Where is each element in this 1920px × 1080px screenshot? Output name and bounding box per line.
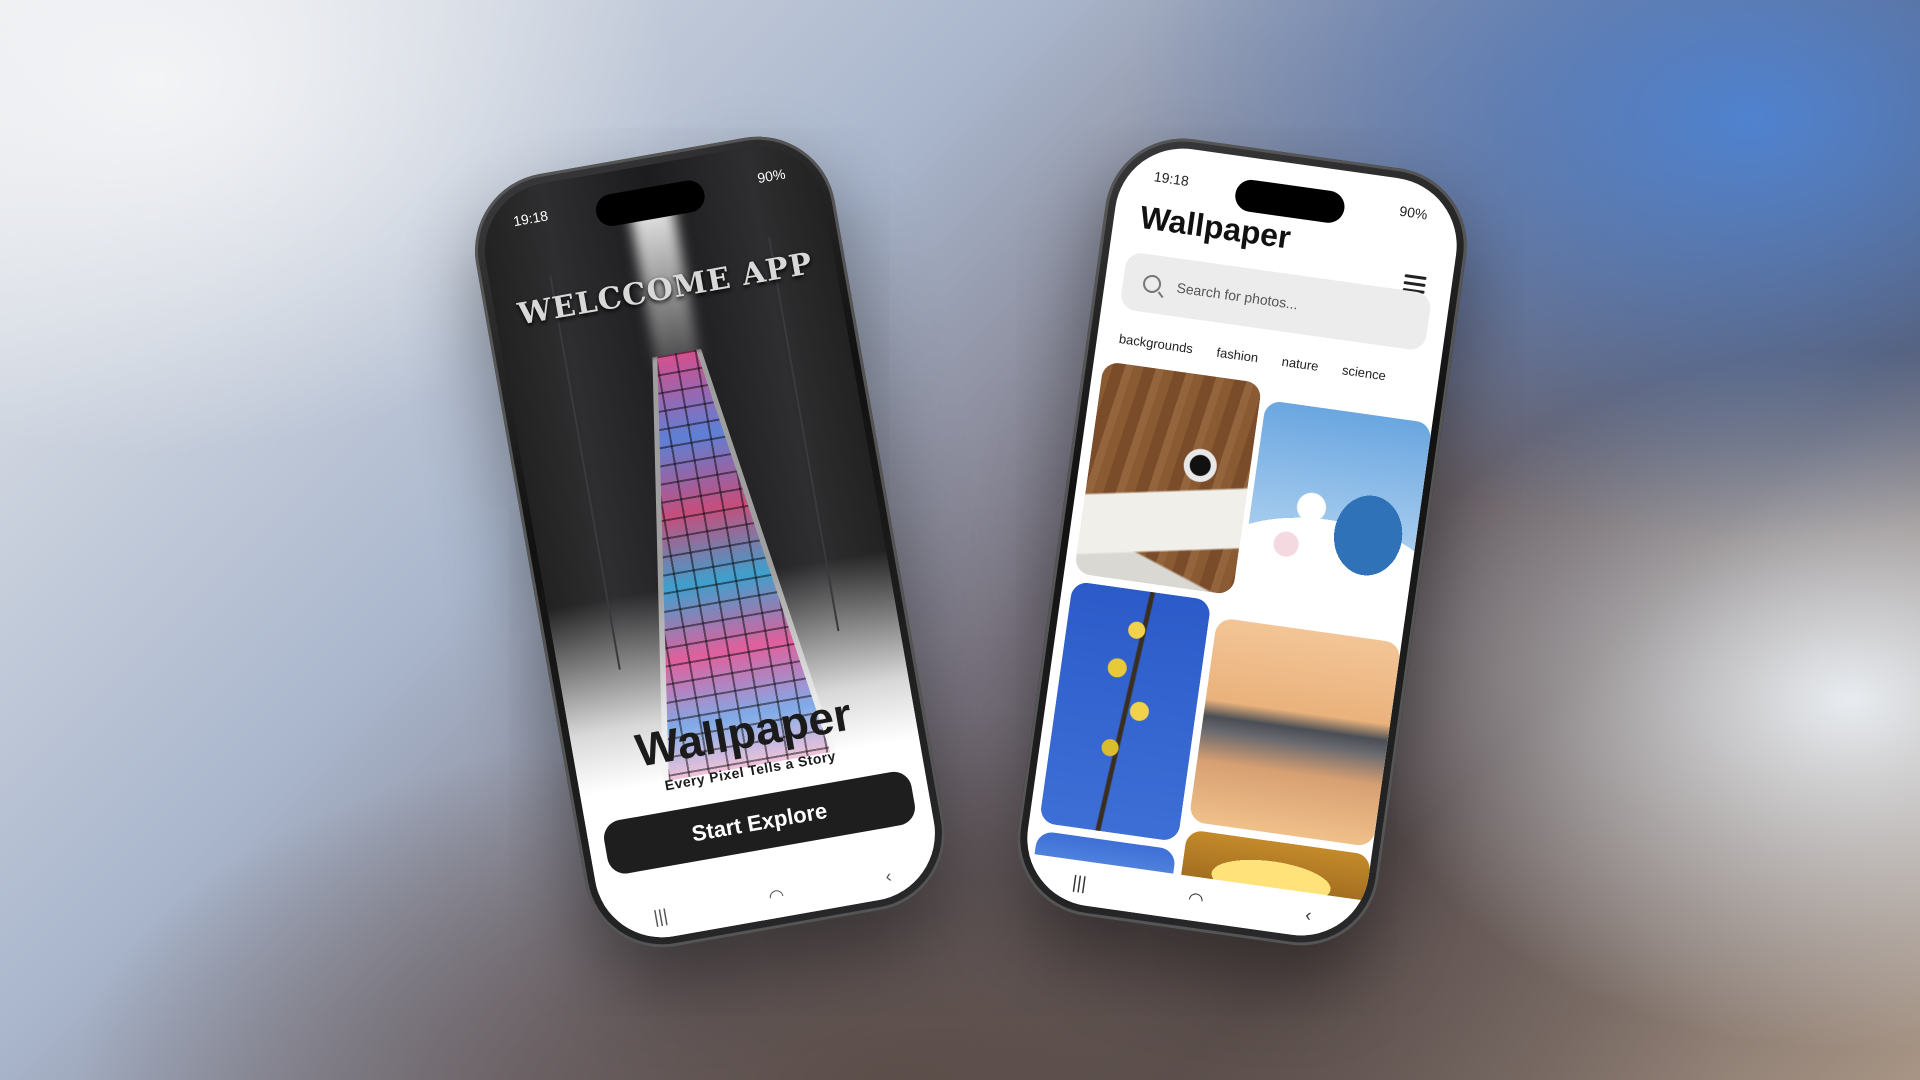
category-chip-science[interactable]: science	[1334, 356, 1393, 391]
photo-grid	[1029, 361, 1433, 935]
photo-tile-desk[interactable]	[1074, 361, 1263, 596]
category-chip-backgrounds[interactable]: backgrounds	[1111, 324, 1200, 363]
back-button[interactable]: ‹	[1304, 904, 1313, 926]
recents-button[interactable]: |||	[1071, 871, 1088, 894]
home-button[interactable]: ◠	[767, 884, 786, 907]
phone-welcome: 19:18 90% WELCCOME APP Wallpaper Every P…	[462, 124, 958, 960]
browse-screen: 19:18 90% Wallpaper backgrounds fashion …	[1018, 139, 1466, 945]
welcome-screen: 19:18 90% WELCCOME APP Wallpaper Every P…	[474, 135, 946, 949]
home-button[interactable]: ◠	[1187, 888, 1205, 911]
category-chip-nature[interactable]: nature	[1274, 347, 1326, 381]
status-battery: 90%	[756, 165, 787, 187]
photo-tile-branch[interactable]	[1038, 580, 1212, 842]
status-time: 19:18	[1152, 168, 1190, 190]
photo-tile-lake[interactable]	[1188, 617, 1402, 848]
phone-browse: 19:18 90% Wallpaper backgrounds fashion …	[1007, 128, 1477, 956]
search-icon	[1141, 273, 1163, 295]
back-button[interactable]: ‹	[884, 865, 894, 887]
photo-tile-bird[interactable]	[1236, 399, 1433, 636]
category-chip-fashion[interactable]: fashion	[1209, 338, 1266, 372]
status-battery: 90%	[1398, 202, 1429, 223]
recents-button[interactable]: |||	[652, 905, 669, 928]
search-input[interactable]	[1173, 278, 1418, 331]
